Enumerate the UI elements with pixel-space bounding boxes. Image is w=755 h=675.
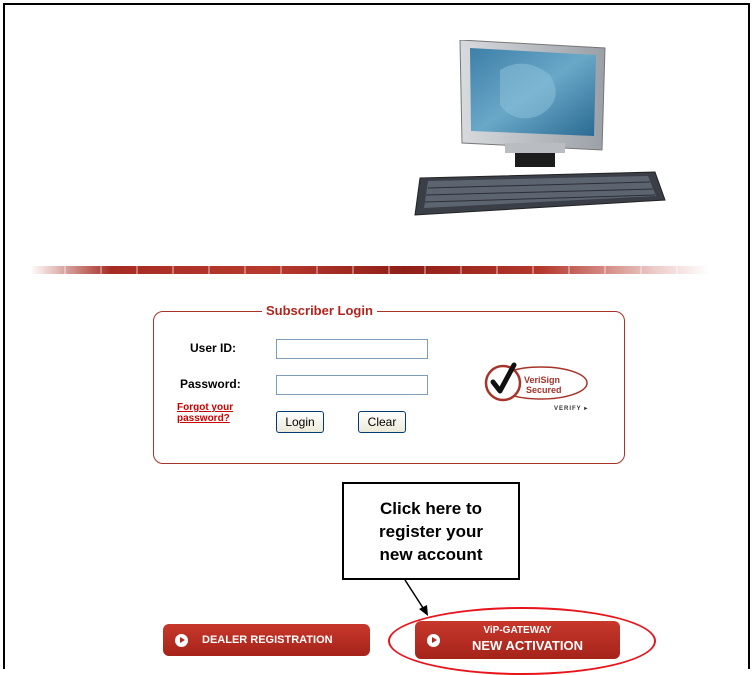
callout-line-2: register your	[379, 521, 483, 541]
verisign-line-1: VeriSign	[524, 375, 561, 385]
dealer-registration-button[interactable]: DEALER REGISTRATION	[163, 624, 370, 656]
login-title: Subscriber Login	[262, 303, 377, 318]
password-input[interactable]	[276, 375, 428, 395]
user-id-input[interactable]	[276, 339, 428, 359]
callout-line-1: Click here to	[379, 498, 483, 518]
forgot-password-link[interactable]: Forgot your password?	[177, 402, 257, 424]
dealer-registration-label: DEALER REGISTRATION	[202, 634, 333, 646]
password-label: Password:	[180, 377, 241, 391]
login-button[interactable]: Login	[276, 411, 324, 433]
forgot-line-1: Forgot your	[177, 402, 234, 413]
forgot-line-2: password?	[177, 413, 230, 424]
computer-illustration	[414, 40, 666, 216]
verisign-verify: VERIFY ▸	[554, 406, 589, 412]
play-icon	[175, 633, 188, 647]
clear-button[interactable]: Clear	[358, 411, 406, 433]
highlight-ellipse	[388, 607, 656, 675]
callout-line-3: new account	[379, 544, 483, 564]
arrow-icon	[404, 579, 428, 616]
register-callout: Click here to register your new account	[342, 482, 520, 580]
verisign-line-2: Secured	[526, 385, 562, 395]
user-id-label: User ID:	[190, 341, 237, 355]
section-divider	[30, 266, 710, 274]
